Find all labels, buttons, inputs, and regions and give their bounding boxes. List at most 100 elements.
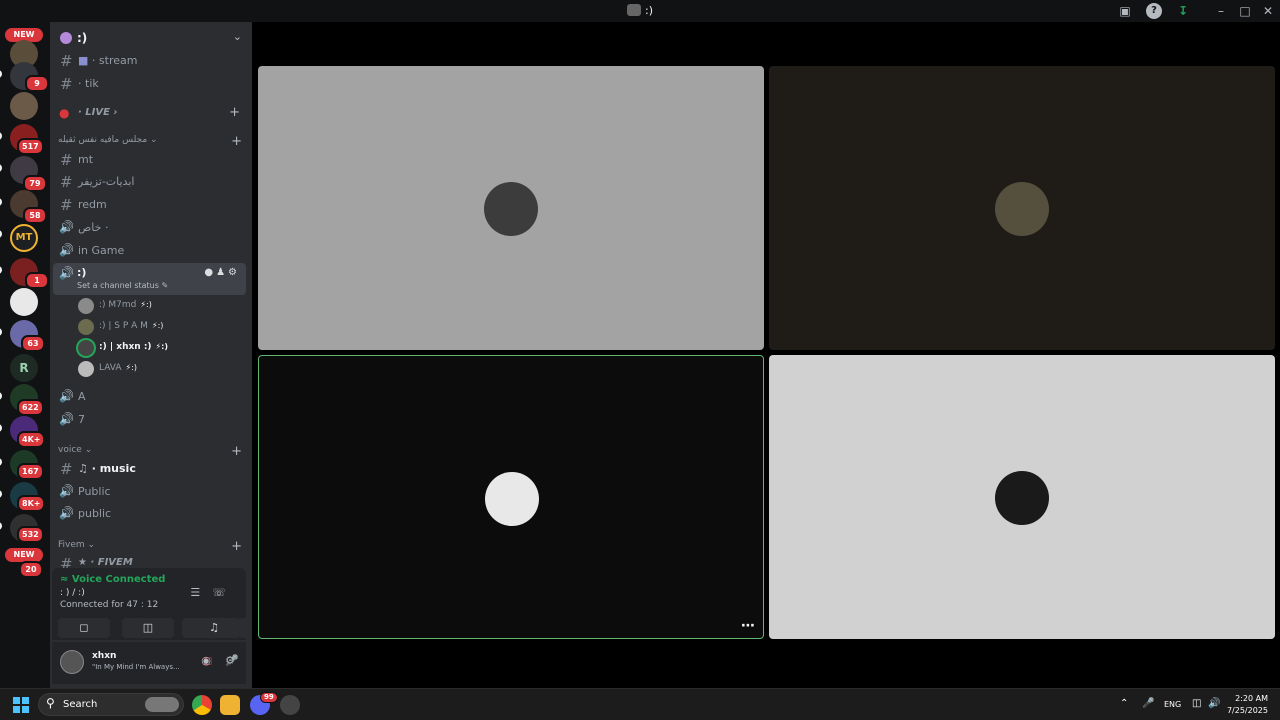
participant-tile[interactable] xyxy=(769,66,1275,350)
maximize-button[interactable]: □ xyxy=(1234,2,1256,20)
headphones-icon[interactable]: ◉ xyxy=(198,654,214,670)
windows-taskbar: ⚲ Search 99 ⌃ 🎤 ENG ◫ 🔊 2:20 AM 7/25/202… xyxy=(0,688,1280,720)
video-icon: ■ xyxy=(78,54,89,67)
username[interactable]: xhxn xyxy=(92,651,116,661)
unread-indicator xyxy=(0,328,2,336)
gear-icon[interactable]: ⚙ xyxy=(222,654,238,670)
screen-share-button[interactable]: ◫ xyxy=(122,618,174,638)
server-icon-r[interactable]: R xyxy=(10,354,38,382)
speaker-icon: 🔊 xyxy=(59,484,74,498)
text-channel-icon: # xyxy=(60,173,73,191)
speaker-icon: 🔊 xyxy=(59,412,74,426)
channel-7[interactable]: 🔊 7 xyxy=(54,409,246,431)
soundboard-icon: ♫ xyxy=(209,621,219,634)
channel-label: LIVE xyxy=(85,107,110,118)
channel-music[interactable]: # ♫ · music xyxy=(54,458,246,480)
mention-badge: 58 xyxy=(23,207,47,224)
voice-user[interactable]: :) M7md ⚡:) xyxy=(78,297,238,317)
app-icon[interactable] xyxy=(280,695,300,715)
noise-suppression-icon[interactable]: ☰ xyxy=(190,586,212,599)
music-note-icon: ♫ xyxy=(78,462,88,475)
add-channel-icon[interactable]: + xyxy=(231,444,242,459)
more-options-icon[interactable]: ⋯ xyxy=(741,618,755,634)
add-channel-icon[interactable]: + xyxy=(231,539,242,554)
channel-mt[interactable]: # mt xyxy=(54,149,246,171)
server-header[interactable]: :) ⌄ xyxy=(50,26,252,52)
gear-icon[interactable]: ⚙ xyxy=(228,267,240,278)
help-icon[interactable]: ? xyxy=(1146,3,1162,19)
channel-status[interactable]: Set a channel status ✎ xyxy=(77,281,168,290)
red-dot-icon: ● xyxy=(59,106,70,120)
channel-public[interactable]: 🔊 Public xyxy=(54,481,246,503)
channel-in-game[interactable]: 🔊 in Game xyxy=(54,240,246,262)
category-label: مجلس مافيه نفس ثقيله xyxy=(58,135,148,145)
language-indicator[interactable]: ENG xyxy=(1164,700,1181,709)
participant-tile[interactable] xyxy=(258,66,764,350)
unread-indicator xyxy=(0,70,2,78)
avatar xyxy=(78,361,94,377)
server-avatar-icon xyxy=(627,4,641,16)
taskbar-clock[interactable]: 2:20 AM 7/25/2025 xyxy=(1227,693,1268,717)
avatar xyxy=(78,298,94,314)
windows-start-icon[interactable] xyxy=(13,697,29,713)
unread-indicator xyxy=(0,132,2,140)
star-icon: ★ xyxy=(78,557,87,568)
chat-icon[interactable]: ● xyxy=(204,267,216,278)
chevron-down-icon[interactable]: ⌄ xyxy=(233,30,242,43)
voice-user[interactable]: LAVA ⚡:) xyxy=(78,360,238,380)
avatar[interactable] xyxy=(60,650,84,674)
channel-redm[interactable]: # redm xyxy=(54,194,246,216)
video-stage: ⋯ xyxy=(252,22,1280,688)
channel-a[interactable]: 🔊 A xyxy=(54,386,246,408)
channel-tik[interactable]: # · tik xyxy=(54,73,246,95)
unread-indicator xyxy=(0,490,2,498)
disconnect-icon[interactable]: ☏ xyxy=(212,586,238,599)
server-icon[interactable] xyxy=(10,92,38,120)
window-title-bar: :) ▣ ? ↧ – □ ✕ xyxy=(0,0,1280,22)
network-icon[interactable]: ◫ xyxy=(1192,698,1201,709)
channel-clips[interactable]: # ابديات-تزيفر xyxy=(54,171,246,193)
volume-icon[interactable]: 🔊 xyxy=(1208,698,1220,709)
connected-timer: Connected for 47 : 12 xyxy=(60,600,159,610)
speaker-icon: 🔊 xyxy=(59,389,74,403)
new-pill: NEW xyxy=(5,548,43,562)
participant-tile[interactable] xyxy=(769,355,1275,639)
microphone-icon[interactable]: 🎤 xyxy=(1142,698,1154,709)
close-button[interactable]: ✕ xyxy=(1257,2,1279,20)
channel-stream[interactable]: # ■ · stream xyxy=(54,50,246,72)
server-icon[interactable] xyxy=(10,288,38,316)
invite-icon[interactable]: ♟ xyxy=(216,267,228,278)
channel-private[interactable]: 🔊 خاص · xyxy=(54,217,246,239)
plus-icon[interactable]: + xyxy=(229,105,240,120)
unread-indicator xyxy=(0,458,2,466)
channel-public-2[interactable]: 🔊 public xyxy=(54,503,246,525)
avatar xyxy=(78,319,94,335)
channel-live[interactable]: ● · LIVE › + xyxy=(54,103,246,125)
speaker-icon: 🔊 xyxy=(59,506,74,520)
mention-badge: 63 xyxy=(21,335,45,352)
add-channel-icon[interactable]: + xyxy=(231,134,242,149)
voice-channel-path[interactable]: : ) / :) xyxy=(60,588,85,598)
file-explorer-icon[interactable] xyxy=(220,695,240,715)
soundboard-button[interactable]: ♫ xyxy=(188,618,240,638)
participant-avatar xyxy=(485,472,539,526)
search-highlight-image xyxy=(145,697,179,712)
voice-user-speaking[interactable]: :) | xhxn :) ⚡:) xyxy=(78,339,238,359)
camera-off-button[interactable]: ◻ xyxy=(58,618,110,638)
voice-user[interactable]: :) | S P A M ⚡:) xyxy=(78,318,238,338)
download-update-icon[interactable]: ↧ xyxy=(1175,3,1191,19)
minimize-button[interactable]: – xyxy=(1210,2,1232,20)
unread-indicator xyxy=(0,198,2,206)
channel-label: music xyxy=(99,462,136,475)
inbox-icon[interactable]: ▣ xyxy=(1117,3,1133,19)
participant-tile-speaking[interactable]: ⋯ xyxy=(258,355,764,639)
screen-share-icon: ◫ xyxy=(142,621,154,634)
taskbar-search[interactable]: ⚲ Search xyxy=(38,693,184,716)
chevron-up-icon[interactable]: ⌃ xyxy=(1120,698,1128,709)
chrome-icon[interactable] xyxy=(192,695,212,715)
text-channel-icon: # xyxy=(60,52,73,70)
voice-status[interactable]: ≈ Voice Connected xyxy=(60,574,165,585)
active-voice-channel[interactable]: 🔊 :) Set a channel status ✎ ●♟⚙ xyxy=(53,263,246,295)
server-icon-mt[interactable]: MT xyxy=(10,224,38,252)
channel-label: tik xyxy=(85,77,99,90)
